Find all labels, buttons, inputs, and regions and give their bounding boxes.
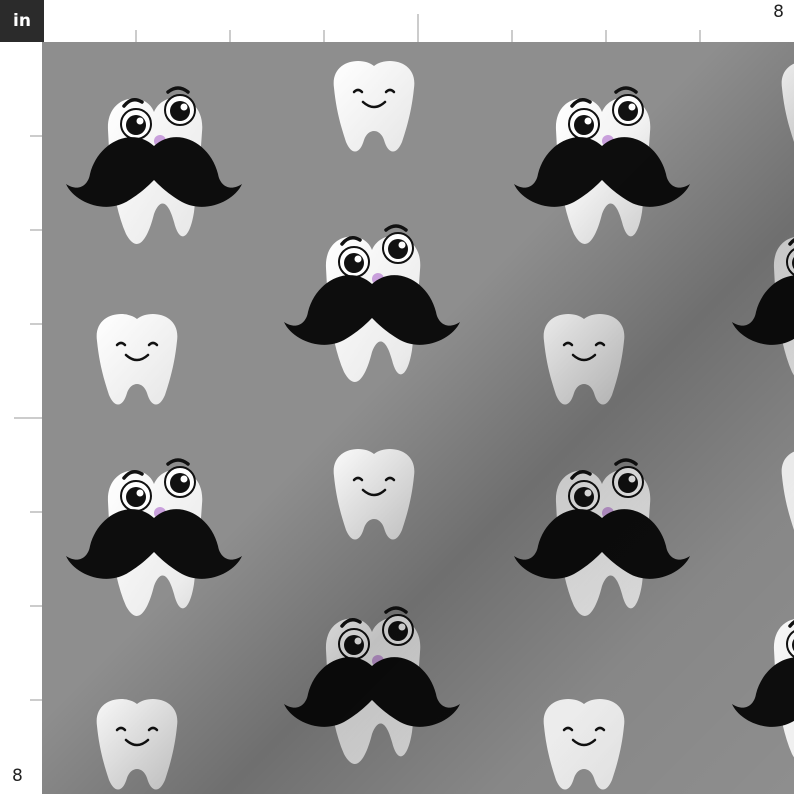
- left-ruler-ticks: [14, 135, 42, 701]
- top-ruler: 8: [44, 0, 794, 43]
- ruler-unit-badge: in: [0, 0, 44, 42]
- left-ruler: 8: [0, 42, 43, 794]
- ruler-unit-label: in: [13, 11, 31, 31]
- fabric-pattern: [42, 42, 794, 794]
- top-ruler-end-label: 8: [773, 2, 784, 22]
- left-ruler-end-label: 8: [12, 766, 23, 786]
- top-ruler-ticks: [135, 14, 701, 42]
- fabric-fold-shadow: [42, 42, 794, 794]
- fabric-swatch: [42, 42, 794, 794]
